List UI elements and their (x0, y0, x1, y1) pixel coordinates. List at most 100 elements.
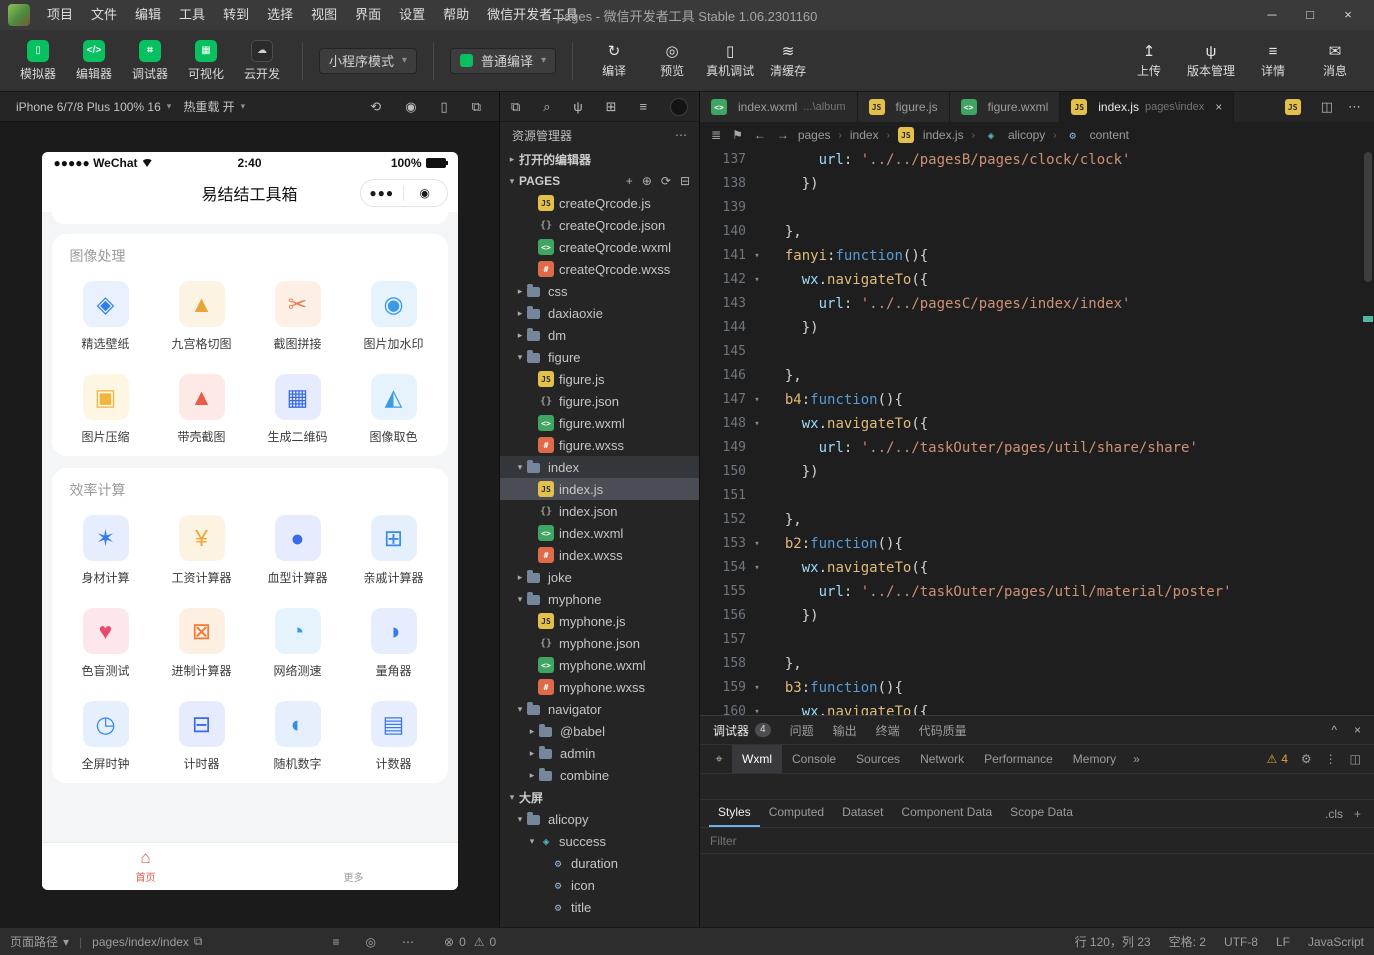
scrollbar-thumb[interactable] (1364, 152, 1372, 282)
maximize-icon[interactable]: □ (1292, 0, 1328, 30)
breadcrumb-item[interactable]: index (850, 128, 879, 142)
devtools-tab-wxml[interactable]: Wxml (732, 745, 782, 773)
debugger-tab-输出[interactable]: 输出 (833, 722, 857, 739)
tree-folder-alicopy[interactable]: ▾alicopy (500, 808, 699, 830)
status-item[interactable]: LF (1276, 933, 1290, 950)
fold-chevron-icon[interactable]: ▾ (746, 412, 768, 436)
devtools-tab-memory[interactable]: Memory (1063, 745, 1126, 773)
devtools-settings-icon[interactable]: ⚙ (1301, 752, 1312, 766)
status-item[interactable]: JavaScript (1308, 933, 1364, 950)
eye-icon[interactable]: ◎ (366, 935, 376, 949)
tool-item[interactable]: ◉图片加水印 (346, 268, 442, 361)
new-folder-icon[interactable]: ⊕ (642, 174, 652, 188)
tree-folder-navigator[interactable]: ▾navigator (500, 698, 699, 720)
search-icon[interactable]: ⌕ (543, 99, 550, 115)
panel-toggle-button[interactable]: ▯模拟器 (14, 40, 62, 82)
toolbar-action-button[interactable]: ≋清缓存 (763, 43, 813, 79)
tool-item[interactable]: ◭图像取色 (346, 361, 442, 454)
current-page-path[interactable]: pages/index/index ⧉ (92, 934, 202, 949)
tree-item-success[interactable]: ▾◈success (500, 830, 699, 852)
extensions-icon[interactable]: ⊞ (606, 99, 617, 115)
refresh-icon[interactable]: ⟳ (661, 174, 671, 188)
toolbar-action-button[interactable]: ◎预览 (647, 43, 697, 79)
more-icon[interactable]: ⋯ (675, 128, 687, 142)
menu-item[interactable]: 选择 (258, 0, 302, 30)
tree-folder-figure[interactable]: ▾figure (500, 346, 699, 368)
inspector-tab-styles[interactable]: Styles (709, 800, 760, 827)
dp-section[interactable]: ▾ 大屏 (500, 786, 699, 808)
source-control-icon[interactable]: ψ (573, 99, 582, 114)
debugger-tab-问题[interactable]: 问题 (790, 722, 814, 739)
code-editor[interactable]: 137 url: '../../pagesB/pages/clock/clock… (700, 148, 1374, 715)
editor-tab-figure.js[interactable]: JSfigure.js (858, 92, 950, 122)
tree-folder-index[interactable]: ▾index (500, 456, 699, 478)
editor-tab-figure.wxml[interactable]: <>figure.wxml (950, 92, 1061, 122)
mode-select[interactable]: 小程序模式 ▾ (319, 48, 417, 74)
debugger-tab-代码质量[interactable]: 代码质量 (919, 722, 967, 739)
devtools-more-icon[interactable]: ⋮ (1325, 752, 1337, 766)
collapse-all-icon[interactable]: ⊟ (680, 174, 690, 188)
debugger-tab-调试器[interactable]: 调试器4 (713, 722, 771, 739)
menu-item[interactable]: 文件 (82, 0, 126, 30)
tree-item-index.wxss[interactable]: #index.wxss (500, 544, 699, 566)
tree-item-duration[interactable]: ⚙duration (500, 852, 699, 874)
tree-item-index.wxml[interactable]: <>index.wxml (500, 522, 699, 544)
inspect-element-icon[interactable]: ⌖ (706, 751, 732, 767)
minimize-icon[interactable]: ─ (1254, 0, 1290, 30)
fold-chevron-icon[interactable]: ▾ (746, 532, 768, 556)
page-path-select[interactable]: 页面路径 ▾ (10, 933, 69, 950)
files-icon[interactable]: ⧉ (511, 99, 520, 115)
fold-chevron-icon[interactable]: ▾ (746, 244, 768, 268)
capsule-more-icon[interactable]: ●●● (361, 186, 404, 200)
toolbar-action-button[interactable]: ↻编译 (589, 43, 639, 79)
breadcrumb-item[interactable]: JSindex.js (898, 127, 964, 143)
menu-item[interactable]: 帮助 (434, 0, 478, 30)
collapse-panel-icon[interactable]: ^ (1331, 723, 1337, 737)
tree-folder-@babel[interactable]: ▸@babel (500, 720, 699, 742)
breadcrumb-item[interactable]: ◈alicopy (983, 127, 1045, 143)
copy-icon[interactable]: ⧉ (194, 934, 203, 949)
devtools-tab-performance[interactable]: Performance (974, 745, 1063, 773)
styles-filter-input[interactable] (710, 834, 1364, 848)
add-rule-icon[interactable]: + (1354, 807, 1361, 821)
tree-folder-css[interactable]: ▸css (500, 280, 699, 302)
tree-item-createQrcode.json[interactable]: {}createQrcode.json (500, 214, 699, 236)
bookmark-icon[interactable]: ⚑ (732, 128, 743, 142)
tool-item[interactable]: ▦生成二维码 (250, 361, 346, 454)
warnings-indicator[interactable]: ⚠4 (1266, 752, 1287, 766)
more-actions-icon[interactable]: ⋯ (1348, 99, 1361, 115)
status-item[interactable]: 行 120，列 23 (1075, 933, 1151, 950)
fold-chevron-icon[interactable]: ▾ (746, 388, 768, 412)
tree-item-figure.wxss[interactable]: #figure.wxss (500, 434, 699, 456)
tool-item[interactable]: ▲九宫格切图 (154, 268, 250, 361)
multi-device-icon[interactable]: ⧉ (472, 99, 481, 115)
js-file-icon[interactable]: JS (1285, 99, 1301, 115)
fold-chevron-icon[interactable]: ▾ (746, 676, 768, 700)
tool-item[interactable]: ¥工资计算器 (154, 502, 250, 595)
tree-item-myphone.wxss[interactable]: #myphone.wxss (500, 676, 699, 698)
tool-item[interactable]: ⊞亲戚计算器 (346, 502, 442, 595)
device-select[interactable]: iPhone 6/7/8 Plus 100% 16 ▾ (10, 100, 177, 114)
close-icon[interactable]: × (1330, 0, 1366, 30)
tree-folder-combine[interactable]: ▸combine (500, 764, 699, 786)
debugger-tab-终端[interactable]: 终端 (876, 722, 900, 739)
fold-chevron-icon[interactable]: ▾ (746, 268, 768, 292)
tree-item-myphone.js[interactable]: JSmyphone.js (500, 610, 699, 632)
new-file-icon[interactable]: + (626, 174, 633, 188)
tree-item-myphone.wxml[interactable]: <>myphone.wxml (500, 654, 699, 676)
panel-toggle-button[interactable]: ⌗调试器 (126, 40, 174, 82)
devtools-tab-console[interactable]: Console (782, 745, 846, 773)
tool-item[interactable]: ⊟计时器 (154, 688, 250, 781)
tool-item[interactable]: ◷全屏时钟 (58, 688, 154, 781)
tool-item[interactable]: ◐随机数字 (250, 688, 346, 781)
tool-item[interactable]: ✶身材计算 (58, 502, 154, 595)
menu-item[interactable]: 项目 (38, 0, 82, 30)
tool-item[interactable]: ◔网络测速 (250, 595, 346, 688)
toolbar-action-button[interactable]: ▯真机调试 (705, 43, 755, 79)
tree-item-createQrcode.js[interactable]: JScreateQrcode.js (500, 192, 699, 214)
panel-toggle-button[interactable]: </>编辑器 (70, 40, 118, 82)
tree-folder-myphone[interactable]: ▾myphone (500, 588, 699, 610)
tool-item[interactable]: ▤计数器 (346, 688, 442, 781)
editor-tab-index.wxml[interactable]: <>index.wxml...\album (700, 92, 858, 122)
tree-item-createQrcode.wxss[interactable]: #createQrcode.wxss (500, 258, 699, 280)
